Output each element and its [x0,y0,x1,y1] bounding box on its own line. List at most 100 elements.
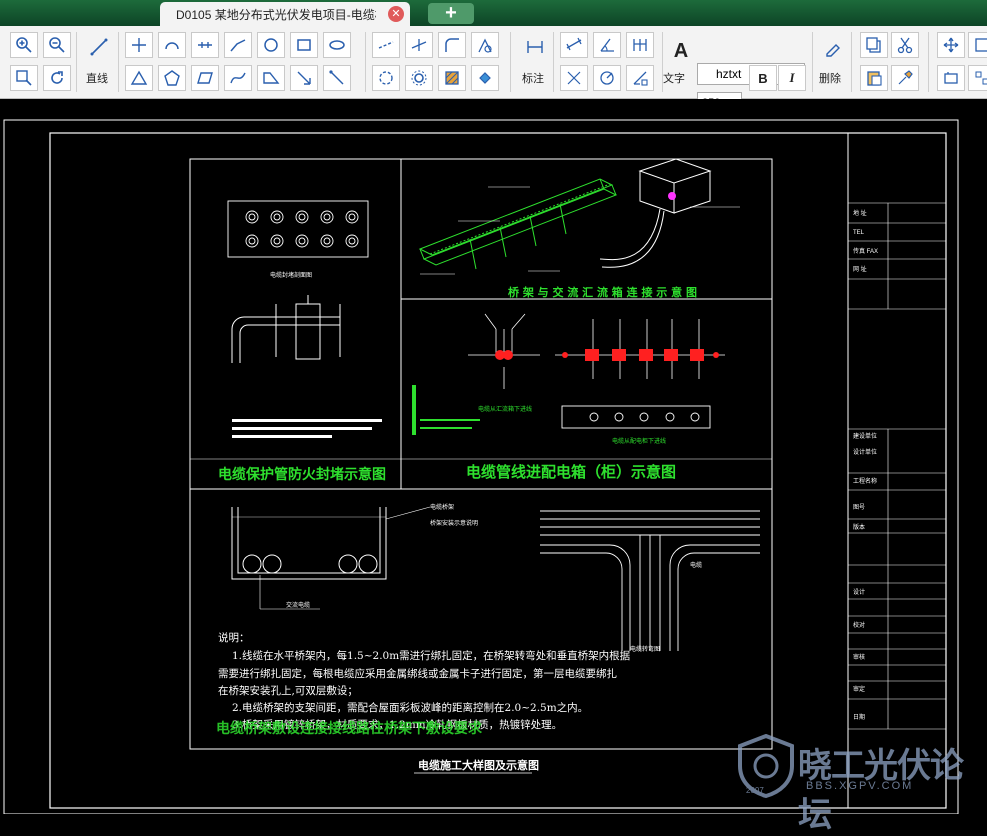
note-line: 1.线缆在水平桥架内，每1.5~2.0m需进行绑扎固定，在桥架转弯处和垂直桥架内… [232,649,631,662]
close-icon[interactable]: ✕ [388,6,404,22]
arc-icon[interactable] [158,32,186,58]
arrow-line-icon[interactable] [290,65,318,91]
tab-active-drawing[interactable]: D0105 某地分布式光伏发电项目-电缆桥架敷设 ✕ [160,2,410,26]
move-icon[interactable] [937,32,965,58]
note-line: 需要进行绑扎固定，每根电缆应采用金属绑线或金属卡子进行固定，第一层电缆要绑扎 [218,667,617,680]
tab-bar: D0105 某地分布式光伏发电项目-电缆桥架敷设 ✕ + [0,0,987,26]
zoom-window-icon[interactable] [10,65,38,91]
rotate-icon[interactable] [372,65,400,91]
tab-title: D0105 某地分布式光伏发电项目-电缆桥架敷设 [176,7,376,22]
more-tools-icon[interactable] [968,32,987,58]
extend-icon[interactable] [405,32,433,58]
tb-label: 设计 [853,588,865,596]
fill-bucket-icon[interactable] [471,65,499,91]
toolbar-separator [118,32,119,92]
polyline-icon[interactable] [191,32,219,58]
line-tool-icon[interactable] [85,34,113,60]
circle-icon[interactable] [257,32,285,58]
zoom-refresh-icon[interactable] [43,65,71,91]
tb-label: 日期 [853,713,865,721]
toolbar-separator [510,32,511,92]
panel-mid-title: 电缆管线进配电箱（柜）示意图 [466,463,676,481]
tray-label: 电缆桥架 [430,503,454,511]
zoom-out-icon[interactable] [43,32,71,58]
t-caption: 电缆转弯图 [630,645,660,653]
delete-label: 删除 [819,73,841,85]
eraser-icon[interactable] [818,36,846,62]
small-green-notes [412,385,480,435]
parallelogram-icon[interactable] [191,65,219,91]
aligned-dim-icon[interactable] [560,32,588,58]
title-block [848,202,946,730]
bold-button[interactable]: B [749,65,777,91]
conduit-through-wall [231,295,341,363]
annotation-edit-icon[interactable] [626,65,654,91]
toolbar-separator [851,32,852,92]
shield-icon [738,734,794,798]
hatch-icon[interactable] [438,65,466,91]
pentagon-icon[interactable] [158,65,186,91]
angle-dim-icon[interactable] [593,32,621,58]
tb-label: 地 址 [853,209,867,217]
fillet-icon[interactable] [438,32,466,58]
cable-circles [242,554,378,574]
tb-label: 设计单位 [853,448,877,456]
combiner-highlight [668,192,676,200]
tb-label: 校对 [853,621,865,629]
perforated-plate [227,200,369,258]
spline-icon[interactable] [224,32,252,58]
new-tab-button[interactable]: + [428,3,474,24]
red-glands-right [562,349,719,361]
tb-label: 工程名称 [853,477,877,485]
triangle-icon[interactable] [125,65,153,91]
array-icon[interactable] [968,65,987,91]
tray-isometric [418,178,618,270]
leader-icon[interactable] [560,65,588,91]
note-line: 在桥架安装孔上,可双层敷设； [218,684,358,697]
point-icon[interactable] [125,32,153,58]
tray-note: 桥架安装示意说明 [430,519,478,527]
sub-caption-left: 电缆从汇流箱下进线 [478,405,532,413]
tb-label: 审核 [853,653,865,661]
dimension-icon[interactable] [521,34,549,60]
format-painter-icon[interactable] [891,65,919,91]
zoom-in-icon[interactable] [10,32,38,58]
paste-icon[interactable] [860,65,888,91]
tray-t-junction [540,510,760,651]
gear-icon[interactable] [405,65,433,91]
overlap-title: 电缆桥架敷设连接接线路往桥架下敷设要求 [216,720,483,737]
toolbar-separator [76,32,77,92]
curve-icon[interactable] [224,65,252,91]
italic-button[interactable]: I [778,65,806,91]
toolbar-separator [928,32,929,92]
forum-watermark: 晓工光伏论坛 BBS.XGPV.COM 2007 [736,734,976,834]
mirror-icon[interactable] [937,65,965,91]
ellipse-icon[interactable] [323,32,351,58]
chamfer-icon[interactable] [471,32,499,58]
cad-drawing: 地 址 TEL 传真 FAX 网 址 建设单位 设计单位 工程名称 图号 版本 … [3,119,959,814]
combiner-box [599,158,712,268]
trapezoid-icon[interactable] [257,65,285,91]
scissors-icon[interactable] [891,32,919,58]
wall-section-label: 电缆封堵剖面图 [270,271,312,279]
tray-section [231,507,387,580]
trim-icon[interactable] [372,32,400,58]
sheet-title: 电缆施工大样图及示意图 [418,758,539,772]
t-label: 电缆 [690,561,702,569]
rectangle-icon[interactable] [290,32,318,58]
copy-icon[interactable] [860,32,888,58]
baseline-dim-icon[interactable] [626,32,654,58]
diagonal-icon[interactable] [323,65,351,91]
toolbar: 直线 标注 A 文字 hztxt ▼ 350 ▼ B I [0,26,987,114]
cable-label: 交流电缆 [286,601,310,609]
toolbar-separator [553,32,554,92]
radius-dim-icon[interactable] [593,65,621,91]
sub-caption-right: 电缆从配电柜下进线 [612,437,666,445]
notes-heading: 说明： [218,631,250,644]
dimension-label: 标注 [522,73,544,85]
panel-top-right-caption: 桥 架 与 交 流 汇 流 箱 连 接 示 意 图 [508,285,697,299]
drawing-canvas[interactable]: 地 址 TEL 传真 FAX 网 址 建设单位 设计单位 工程名称 图号 版本 … [0,99,987,834]
tb-label: 网 址 [853,265,867,273]
tb-label: 建设单位 [853,432,877,440]
text-tool-icon[interactable]: A [667,38,695,64]
